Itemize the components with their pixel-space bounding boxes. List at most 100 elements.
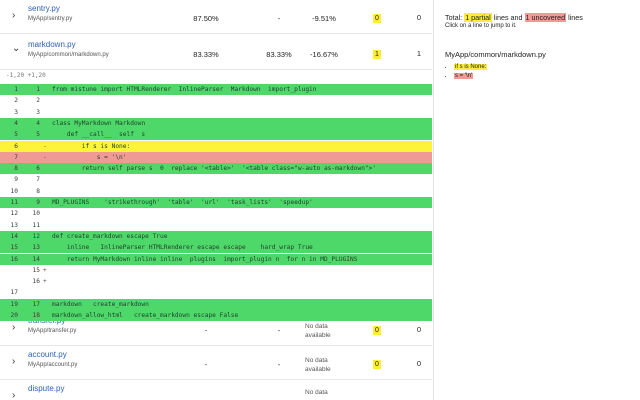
code-line[interactable]: 15 + (0, 264, 432, 277)
file-row[interactable]: › dispute.py No data (0, 380, 432, 400)
new-line-number: 1 (36, 86, 40, 93)
code-text: if s is None: (52, 142, 131, 150)
panel-file-title: MyApp/common/markdown.py (445, 50, 546, 59)
code-line[interactable]: 5 5 def __call__ self s (0, 129, 432, 141)
chevron-right-icon[interactable]: › (12, 11, 15, 21)
no-data-line2: available (305, 366, 331, 373)
diff-marker: + (43, 266, 47, 274)
new-line-number: 18 (32, 312, 40, 319)
file-list-panel: › sentry.py MyApp/sentry.py 87.50% - -9.51% 0 0… (0, 0, 432, 400)
code-text: markdown create_markdown (52, 300, 149, 308)
file-name-link[interactable]: account.py (28, 350, 67, 359)
file-name-link[interactable]: dispute.py (28, 384, 64, 393)
new-line-number: 8 (36, 187, 40, 195)
old-line-number: 19 (10, 300, 18, 308)
code-line[interactable]: 8 6 return self parse s 0 replace '<table… (0, 163, 432, 175)
diff-marker: + (43, 278, 47, 286)
old-line-number: 3 (14, 108, 18, 116)
old-line-number: 13 (10, 221, 18, 229)
patch-coverage: - (277, 360, 281, 369)
code-line[interactable]: 22 (0, 95, 432, 107)
summary-hint: Click on a line to jump to it. (445, 23, 517, 29)
file-path: MyApp/account.py (28, 362, 78, 368)
patch-coverage: - (277, 326, 281, 335)
code-text: inline InlineParser HTMLRenderer escape … (52, 244, 313, 252)
head-coverage: 83.33% (193, 50, 219, 59)
code-line[interactable]: 7 - s = '\n' (0, 151, 432, 164)
head-coverage: 87.50% (193, 14, 219, 23)
code-line[interactable]: 10 8 (0, 185, 432, 197)
old-line-number: 14 (10, 232, 18, 240)
new-line-number: 3 (36, 108, 40, 116)
uncovered-value: 1 (416, 49, 422, 58)
file-row[interactable]: ⌄ markdown.py MyApp/common/markdown.py 83.3… (0, 36, 432, 70)
old-line-number: 15 (10, 244, 18, 252)
file-row[interactable]: › sentry.py MyApp/sentry.py 87.50% - -9.51% 0 0 (0, 0, 432, 34)
chevron-down-icon[interactable]: ⌄ (12, 44, 20, 54)
code-line[interactable]: 16 14 return MyMarkdown inline inline plu… (0, 253, 432, 265)
old-line-number: 10 (10, 187, 18, 195)
code-text: from mistune import HTMLRenderer InlineP… (52, 86, 317, 93)
code-line[interactable]: 97 (0, 174, 432, 186)
code-line[interactable]: 33 (0, 106, 432, 118)
new-line-number: 9 (36, 199, 40, 206)
summary-mid-text: lines and (491, 13, 525, 22)
code-line[interactable]: 12 10 (0, 208, 432, 220)
list-item[interactable]: s = '\n' (454, 73, 487, 79)
file-name-link[interactable]: markdown.py (28, 40, 76, 49)
code-text: return MyMarkdown inline inline plugins … (52, 255, 358, 263)
old-line-number: 16 (10, 255, 18, 263)
partial-lines-count: 0 (370, 359, 384, 369)
head-coverage: - (204, 360, 208, 369)
coverage-change: -16.67% (310, 50, 338, 59)
new-line-number: 12 (32, 232, 40, 240)
file-name-link[interactable]: sentry.py (28, 4, 60, 13)
diff-marker: - (43, 153, 47, 161)
old-line-number: 4 (14, 119, 18, 127)
code-line[interactable]: 11 9 MD_PLUGINS 'strikethrough' 'table' 'u… (0, 197, 432, 209)
head-coverage: - (204, 326, 208, 335)
file-path: MyApp/common/markdown.py (28, 52, 109, 58)
summary-panel: Total: 1 partial lines and 1 uncovered l… (433, 0, 640, 400)
file-path: MyApp/sentry.py (28, 16, 73, 22)
uncovered-line-list: if s is None: s = '\n' (454, 64, 488, 82)
chevron-right-icon[interactable]: › (12, 391, 15, 400)
partial-badge: 1 (373, 50, 381, 59)
code-line[interactable]: 17 (0, 287, 432, 299)
patch-coverage: - (277, 14, 281, 23)
old-line-number: 6 (14, 142, 18, 150)
code-line[interactable]: 4 4 class MyMarkdown Markdown (0, 117, 432, 130)
uncovered-value: 0 (416, 359, 422, 368)
partial-lines-count: 0 (370, 13, 384, 23)
uncovered-line-link[interactable]: s = '\n' (454, 73, 474, 79)
new-line-number: 4 (36, 119, 40, 127)
new-line-number: 17 (32, 300, 40, 308)
code-line[interactable]: 20 18 markdown_allow_html create_markdown … (0, 310, 432, 322)
new-line-number: 15 (32, 266, 40, 274)
code-line[interactable]: 6 - if s is None: (0, 140, 432, 152)
code-line[interactable]: 13 11 (0, 219, 432, 231)
old-line-number: 7 (14, 153, 18, 161)
new-line-number: 10 (32, 210, 40, 218)
no-data-line1: No data (305, 389, 328, 396)
uncovered-value: 0 (416, 325, 422, 334)
coverage-change: -9.51% (312, 14, 336, 23)
code-line[interactable]: 16 + (0, 276, 432, 288)
chevron-right-icon[interactable]: › (12, 323, 15, 333)
code-line[interactable]: 19 17 markdown create_markdown (0, 298, 432, 310)
code-line[interactable]: 14 12 def create_markdown escape True (0, 230, 432, 243)
partial-line-link[interactable]: if s is None: (454, 64, 488, 70)
code-text: MD_PLUGINS 'strikethrough' 'table' 'url'… (52, 199, 313, 206)
no-data-label: No data available (305, 356, 331, 374)
chevron-right-icon[interactable]: › (12, 357, 15, 367)
file-row[interactable]: › account.py MyApp/account.py - - No data avai… (0, 346, 432, 380)
code-line[interactable]: 1 1 from mistune import HTMLRenderer Inlin… (0, 84, 432, 96)
new-line-number: 7 (36, 176, 40, 184)
old-line-number: 17 (10, 289, 18, 297)
diff-hunk-header: -1,20 +1,20 (6, 72, 46, 79)
no-data-line1: No data (305, 357, 328, 364)
code-line[interactable]: 15 13 inline InlineParser HTMLRenderer es… (0, 242, 432, 254)
summary-suffix: lines (566, 13, 583, 22)
list-item[interactable]: if s is None: (454, 64, 488, 70)
new-line-number: 6 (36, 165, 40, 173)
